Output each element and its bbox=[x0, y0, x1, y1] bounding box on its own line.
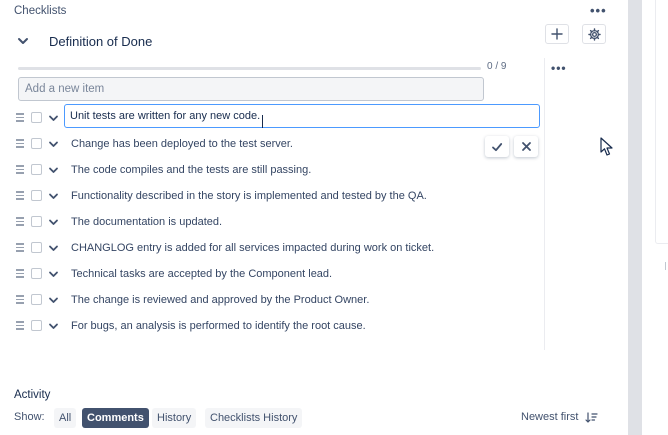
item-checkbox[interactable] bbox=[31, 112, 42, 123]
item-edit-input[interactable] bbox=[64, 104, 540, 128]
filter-checklists-history-button[interactable]: Checklists History bbox=[205, 408, 303, 428]
item-checkbox[interactable] bbox=[31, 190, 42, 201]
cancel-edit-button[interactable] bbox=[514, 136, 538, 157]
chevron-down-icon[interactable] bbox=[48, 217, 59, 228]
chevron-down-icon[interactable] bbox=[48, 165, 59, 176]
side-divider bbox=[544, 58, 545, 350]
drag-handle-icon[interactable] bbox=[16, 139, 24, 149]
section-more-button[interactable]: ••• bbox=[590, 3, 607, 18]
chevron-down-icon[interactable] bbox=[16, 34, 30, 48]
confirm-edit-button[interactable] bbox=[485, 136, 509, 157]
item-text[interactable]: The documentation is updated. bbox=[71, 216, 222, 228]
progress-bar bbox=[18, 67, 481, 70]
progress-label: 0 / 9 bbox=[487, 61, 507, 72]
side-panel-edge bbox=[655, 0, 668, 244]
chevron-down-icon[interactable] bbox=[48, 321, 59, 332]
chevron-down-icon[interactable] bbox=[48, 295, 59, 306]
checklist-item[interactable]: CHANGLOG entry is added for all services… bbox=[16, 240, 536, 258]
chevron-down-icon[interactable] bbox=[48, 113, 59, 124]
checklist-item[interactable]: The change is reviewed and approved by t… bbox=[16, 292, 536, 310]
item-text[interactable]: The change is reviewed and approved by t… bbox=[71, 294, 369, 306]
checklist-item[interactable] bbox=[16, 104, 540, 128]
panel-scrollbar[interactable] bbox=[628, 0, 642, 435]
item-checkbox[interactable] bbox=[31, 268, 42, 279]
item-text[interactable]: CHANGLOG entry is added for all services… bbox=[71, 242, 434, 254]
sort-order-button[interactable]: Newest first bbox=[521, 411, 578, 423]
activity-title: Activity bbox=[14, 389, 51, 401]
checklist-item[interactable]: Technical tasks are accepted by the Comp… bbox=[16, 266, 536, 284]
show-label: Show: bbox=[14, 411, 45, 423]
item-checkbox[interactable] bbox=[31, 216, 42, 227]
mouse-cursor-icon bbox=[600, 137, 613, 156]
drag-handle-icon[interactable] bbox=[16, 165, 24, 175]
drag-handle-icon[interactable] bbox=[16, 269, 24, 279]
checklist-item[interactable]: Functionality described in the story is … bbox=[16, 188, 536, 206]
add-checklist-button[interactable] bbox=[545, 24, 569, 44]
item-checkbox[interactable] bbox=[31, 138, 42, 149]
drag-handle-icon[interactable] bbox=[16, 191, 24, 201]
item-checkbox[interactable] bbox=[31, 164, 42, 175]
drag-handle-icon[interactable] bbox=[16, 243, 24, 253]
chevron-down-icon[interactable] bbox=[48, 191, 59, 202]
drag-handle-icon[interactable] bbox=[16, 321, 24, 331]
filter-all-button[interactable]: All bbox=[54, 408, 77, 428]
item-actions-more-button[interactable]: ••• bbox=[551, 61, 567, 75]
item-checkbox[interactable] bbox=[31, 242, 42, 253]
sort-descending-icon[interactable] bbox=[585, 412, 598, 423]
checklist-item[interactable]: Change has been deployed to the test ser… bbox=[16, 136, 536, 154]
checklist-item[interactable]: The code compiles and the tests are stil… bbox=[16, 162, 536, 180]
item-checkbox[interactable] bbox=[31, 294, 42, 305]
item-text[interactable]: Functionality described in the story is … bbox=[71, 190, 427, 202]
close-icon bbox=[521, 142, 531, 151]
checklist-settings-button[interactable] bbox=[582, 24, 606, 44]
drag-handle-icon[interactable] bbox=[16, 217, 24, 227]
checklist-title[interactable]: Definition of Done bbox=[49, 34, 152, 49]
filter-comments-button[interactable]: Comments bbox=[82, 408, 149, 428]
chevron-down-icon[interactable] bbox=[48, 139, 59, 150]
drag-handle-icon[interactable] bbox=[16, 113, 24, 123]
checklist-item[interactable]: For bugs, an analysis is performed to id… bbox=[16, 318, 536, 336]
text-caret bbox=[262, 115, 264, 128]
drag-handle-icon[interactable] bbox=[16, 295, 24, 305]
add-item-input[interactable] bbox=[18, 77, 484, 101]
item-text[interactable]: Change has been deployed to the test ser… bbox=[71, 138, 293, 150]
checklist-item[interactable]: The documentation is updated. bbox=[16, 214, 536, 232]
filter-history-button[interactable]: History bbox=[152, 408, 197, 428]
chevron-down-icon[interactable] bbox=[48, 243, 59, 254]
check-icon bbox=[492, 142, 503, 151]
item-checkbox[interactable] bbox=[31, 320, 42, 331]
section-title: Checklists bbox=[14, 5, 67, 17]
gear-icon bbox=[587, 27, 601, 41]
plus-icon bbox=[551, 28, 563, 40]
item-text[interactable]: Technical tasks are accepted by the Comp… bbox=[71, 268, 332, 280]
item-text[interactable]: For bugs, an analysis is performed to id… bbox=[71, 320, 366, 332]
item-text[interactable]: The code compiles and the tests are stil… bbox=[71, 164, 311, 176]
chevron-down-icon[interactable] bbox=[48, 269, 59, 280]
